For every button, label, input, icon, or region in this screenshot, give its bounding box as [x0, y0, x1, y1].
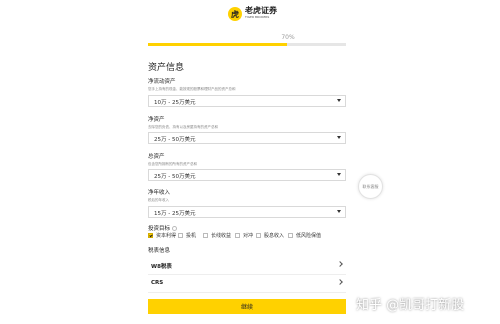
progress-bar-fill: [148, 43, 287, 46]
goal-capital-gains[interactable]: 资本利得: [148, 232, 176, 239]
total-assets-select[interactable]: 25万 - 50万美元: [148, 169, 346, 181]
customer-service-button[interactable]: 联系客服: [358, 174, 383, 199]
checkbox-icon: [256, 233, 261, 238]
goal-hedging[interactable]: 对冲: [235, 232, 253, 239]
caret-down-icon: [337, 99, 341, 102]
total-assets-desc: 包含您所拥有的所有的资产总和: [148, 162, 197, 166]
goal-low-risk[interactable]: 低风险保值: [288, 232, 321, 239]
checkbox-checked-icon: [148, 233, 153, 238]
tiger-logo-icon: 虎: [228, 7, 242, 21]
watermark: 知乎 @凯哥打新股: [356, 298, 465, 313]
progress-percent: 70%: [281, 34, 295, 41]
caret-down-icon: [337, 173, 341, 176]
chevron-right-icon: [337, 279, 343, 285]
caret-down-icon: [337, 136, 341, 139]
goal-long-term-income[interactable]: 长线收益: [203, 232, 231, 239]
net-liquid-assets-desc: 您手上持有的现金、能按现的股票和理财产品的资产总和: [148, 87, 236, 91]
progress-bar: [148, 43, 346, 46]
caret-down-icon: [337, 210, 341, 213]
goal-speculation[interactable]: 投机: [178, 232, 196, 239]
investment-goals-options: 资本利得 投机 长线收益 对冲 股息收入 低风险保值: [148, 232, 348, 242]
tax-info-label: 税表信息: [148, 248, 171, 254]
w8-tax-form-row[interactable]: W8税表: [148, 256, 346, 275]
checkbox-icon: [235, 233, 240, 238]
annual-income-value: 15万 - 25万美元: [154, 211, 196, 217]
net-assets-desc: 去除您的负债、持有以及房屋持有的资产总和: [148, 125, 218, 129]
total-assets-value: 25万 - 50万美元: [154, 174, 196, 180]
annual-income-label: 净年收入: [148, 190, 171, 196]
annual-income-desc: 税后的年收入: [148, 198, 169, 202]
goal-dividend-income[interactable]: 股息收入: [256, 232, 284, 239]
annual-income-select[interactable]: 15万 - 25万美元: [148, 206, 346, 218]
net-assets-value: 25万 - 50万美元: [154, 137, 196, 143]
brand-name: 老虎证券: [245, 6, 277, 15]
net-assets-label: 净资产: [148, 117, 165, 123]
total-assets-label: 总资产: [148, 154, 165, 160]
checkbox-icon: [203, 233, 208, 238]
brand-logo: 虎 老虎证券 TIGER BROKERS: [228, 7, 277, 21]
info-icon[interactable]: [172, 226, 178, 231]
continue-button[interactable]: 继续: [148, 299, 346, 314]
net-liquid-assets-label: 净流动资产: [148, 79, 176, 85]
checkbox-icon: [178, 233, 183, 238]
section-title: 资产信息: [148, 63, 185, 73]
checkbox-icon: [288, 233, 293, 238]
chevron-right-icon: [337, 261, 343, 267]
net-liquid-assets-select[interactable]: 10万 - 25万美元: [148, 95, 346, 107]
net-assets-select[interactable]: 25万 - 50万美元: [148, 132, 346, 144]
investment-goals-label: 投资目标: [148, 224, 178, 232]
crs-row[interactable]: CRS: [148, 274, 346, 293]
net-liquid-assets-value: 10万 - 25万美元: [154, 100, 196, 106]
brand-subtitle: TIGER BROKERS: [245, 15, 270, 19]
